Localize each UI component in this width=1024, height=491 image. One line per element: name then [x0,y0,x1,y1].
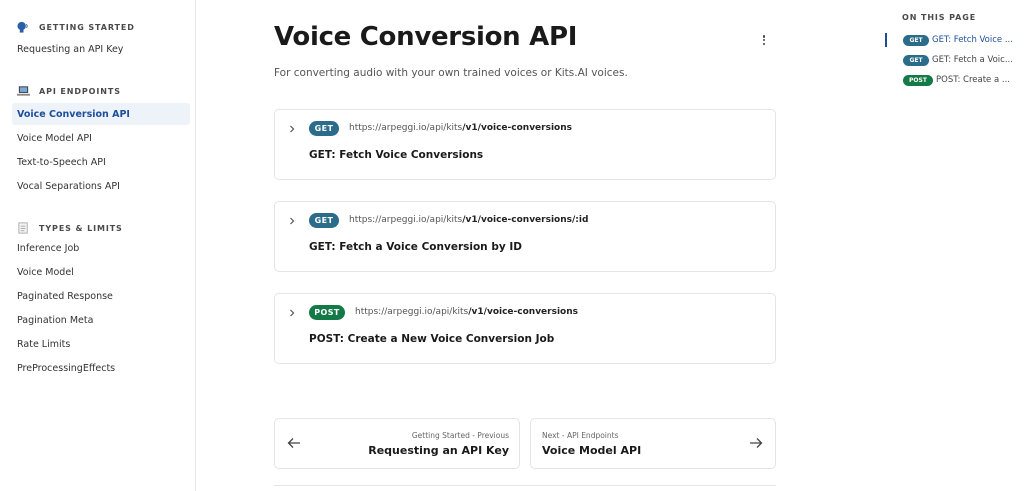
toc-item-fetch-voice-conversion-by-id[interactable]: GET GET: Fetch a Voic... [903,53,1021,67]
endpoint-card-fetch-voice-conversions[interactable]: GET https://arpeggi.io/api/kits/v1/voice… [274,109,776,180]
next-page-link[interactable]: Next - API Endpoints Voice Model API [530,418,776,469]
section-title: API ENDPOINTS [39,86,121,96]
sidebar-item-vocal-separations-api[interactable]: Vocal Separations API [12,175,190,197]
previous-page-title: Requesting an API Key [368,444,509,457]
method-badge: GET [309,213,339,228]
endpoint-url: https://arpeggi.io/api/kits/v1/voice-con… [355,307,578,317]
sidebar-item-inference-job[interactable]: Inference Job [12,237,190,259]
sidebar-item-voice-conversion-api[interactable]: Voice Conversion API [12,103,190,125]
sidebar-item-voice-model[interactable]: Voice Model [12,261,190,283]
memo-icon [18,222,28,234]
chevron-right-icon[interactable] [288,125,296,133]
endpoint-card-create-voice-conversion-job[interactable]: POST https://arpeggi.io/api/kits/v1/voic… [274,293,776,364]
toc-item-fetch-voice-conversions[interactable]: GET GET: Fetch Voice ... [903,33,1021,47]
sidebar-item-paginated-response[interactable]: Paginated Response [12,285,190,307]
section-api-endpoints: API ENDPOINTS [17,85,121,97]
next-page-title: Voice Model API [542,444,642,457]
endpoint-title: GET: Fetch Voice Conversions [309,149,484,161]
endpoint-title: GET: Fetch a Voice Conversion by ID [309,241,522,253]
sidebar-item-preprocessing-effects[interactable]: PreProcessingEffects [12,357,190,379]
toc-item-label: GET: Fetch a Voic... [932,55,1013,65]
toc-title: ON THIS PAGE [902,13,977,22]
arrow-right-icon [750,438,763,448]
speaking-head-icon [17,21,28,33]
endpoint-title: POST: Create a New Voice Conversion Job [309,333,555,345]
chevron-right-icon[interactable] [288,217,296,225]
section-getting-started: GETTING STARTED [17,21,135,33]
method-badge: POST [309,305,345,320]
divider [274,485,776,486]
endpoint-url: https://arpeggi.io/api/kits/v1/voice-con… [349,123,572,133]
sidebar-item-text-to-speech-api[interactable]: Text-to-Speech API [12,151,190,173]
method-badge: GET [903,54,929,66]
sidebar-item-requesting-api-key[interactable]: Requesting an API Key [12,38,190,60]
toc-active-indicator [885,33,887,47]
page-title: Voice Conversion API [274,22,578,52]
page-subtitle: For converting audio with your own train… [274,67,628,79]
endpoint-card-fetch-voice-conversion-by-id[interactable]: GET https://arpeggi.io/api/kits/v1/voice… [274,201,776,272]
arrow-left-icon [287,438,300,448]
endpoint-url: https://arpeggi.io/api/kits/v1/voice-con… [349,215,589,225]
method-badge: POST [903,74,933,86]
laptop-icon [17,86,30,96]
previous-page-caption: Getting Started - Previous [411,431,509,440]
sidebar-item-pagination-meta[interactable]: Pagination Meta [12,309,190,331]
chevron-right-icon[interactable] [288,309,296,317]
toc-item-label: POST: Create a ... [936,75,1010,85]
section-types-limits: TYPES & LIMITS [17,222,123,234]
section-title: GETTING STARTED [39,22,135,32]
toc-item-create-voice-conversion-job[interactable]: POST POST: Create a ... [903,73,1021,87]
next-page-caption: Next - API Endpoints [542,431,619,440]
method-badge: GET [309,121,339,136]
method-badge: GET [903,34,929,46]
toc-item-label: GET: Fetch Voice ... [932,35,1013,45]
sidebar-item-rate-limits[interactable]: Rate Limits [12,333,190,355]
sidebar: GETTING STARTED Requesting an API Key AP… [0,0,196,491]
sidebar-item-voice-model-api[interactable]: Voice Model API [12,127,190,149]
more-options-icon[interactable] [758,32,770,48]
previous-page-link[interactable]: Getting Started - Previous Requesting an… [274,418,520,469]
section-title: TYPES & LIMITS [39,223,123,233]
